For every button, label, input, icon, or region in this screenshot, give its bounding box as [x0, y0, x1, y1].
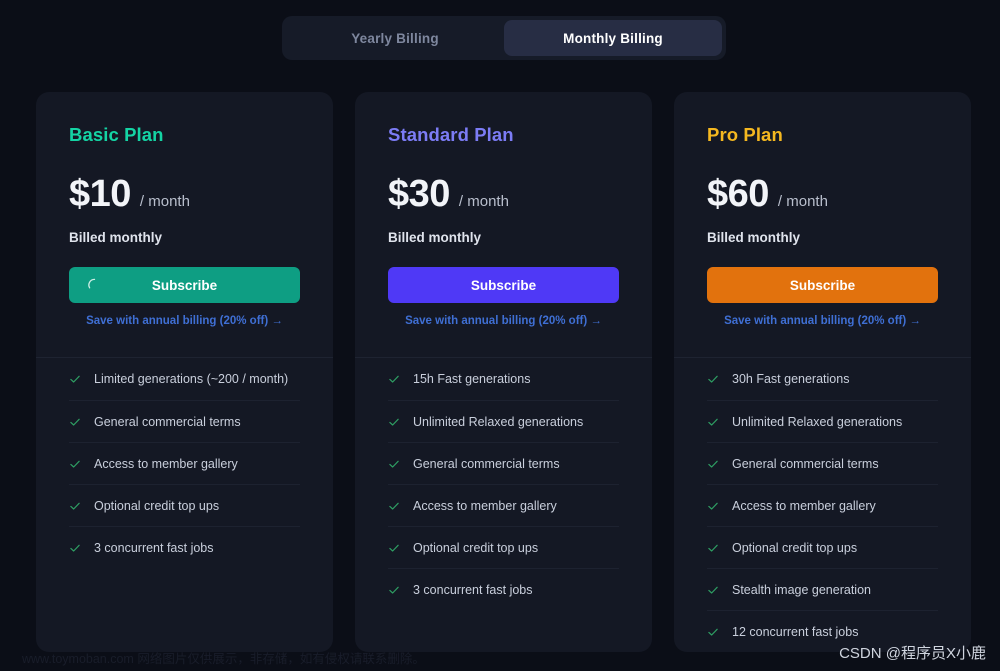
price-period-basic: / month	[139, 193, 190, 210]
check-icon	[389, 418, 399, 426]
subscribe-label-pro: Subscribe	[789, 277, 856, 293]
feature-item: Stealth image generation	[707, 568, 938, 610]
feature-item: Access to member gallery	[69, 442, 300, 484]
annual-billing-link-basic[interactable]: Save with annual billing (20% off) →	[69, 315, 300, 327]
feature-item: 3 concurrent fast jobs	[388, 568, 619, 610]
feature-label: General commercial terms	[94, 414, 241, 429]
check-icon	[389, 375, 399, 383]
card-header-standard: Standard Plan $30 / month Billed monthly…	[355, 124, 652, 357]
feature-item: General commercial terms	[69, 400, 300, 442]
price-row-pro: $60 / month	[707, 173, 938, 216]
card-header-basic: Basic Plan $10 / month Billed monthly Su…	[36, 124, 333, 357]
check-icon	[70, 544, 80, 552]
toggle-yearly-billing[interactable]: Yearly Billing	[286, 20, 504, 56]
feature-label: 3 concurrent fast jobs	[413, 582, 533, 597]
toggle-yearly-label: Yearly Billing	[351, 30, 439, 46]
card-header-pro: Pro Plan $60 / month Billed monthly Subs…	[674, 124, 971, 357]
check-icon	[70, 375, 80, 383]
check-icon	[708, 586, 718, 594]
check-icon	[708, 418, 718, 426]
billed-note-standard: Billed monthly	[388, 230, 482, 245]
annual-billing-link-pro[interactable]: Save with annual billing (20% off) →	[707, 315, 938, 327]
billed-note-basic: Billed monthly	[69, 230, 163, 245]
feature-label: Optional credit top ups	[732, 540, 858, 555]
check-icon	[708, 502, 718, 510]
price-row-basic: $10 / month	[69, 173, 300, 216]
feature-item: 12 concurrent fast jobs	[707, 610, 938, 652]
subscribe-button-pro[interactable]: Subscribe	[707, 267, 938, 303]
feature-item: Optional credit top ups	[707, 526, 938, 568]
check-icon	[389, 502, 399, 510]
feature-label: General commercial terms	[732, 456, 879, 471]
feature-label: 3 concurrent fast jobs	[94, 540, 214, 555]
price-period-standard: / month	[458, 193, 509, 210]
subscribe-button-basic[interactable]: Subscribe	[69, 267, 300, 303]
price-row-standard: $30 / month	[388, 173, 619, 216]
feature-item: 3 concurrent fast jobs	[69, 526, 300, 568]
header-spacer	[707, 327, 938, 357]
feature-item: 30h Fast generations	[707, 358, 938, 400]
feature-label: Stealth image generation	[732, 582, 871, 597]
feature-item: Unlimited Relaxed generations	[707, 400, 938, 442]
feature-item: Access to member gallery	[388, 484, 619, 526]
billed-note-pro: Billed monthly	[707, 230, 801, 245]
feature-item: General commercial terms	[388, 442, 619, 484]
pricing-card-standard: Standard Plan $30 / month Billed monthly…	[355, 92, 652, 652]
billing-period-toggle[interactable]: Yearly Billing Monthly Billing	[282, 16, 726, 60]
plan-name-pro: Pro Plan	[707, 124, 783, 145]
pricing-card-list: Basic Plan $10 / month Billed monthly Su…	[36, 92, 973, 652]
header-spacer	[69, 327, 300, 357]
check-icon	[389, 460, 399, 468]
check-icon	[389, 544, 399, 552]
check-icon	[708, 628, 718, 636]
feature-item: 15h Fast generations	[388, 358, 619, 400]
price-amount-pro: $60	[707, 173, 769, 215]
price-amount-basic: $10	[69, 173, 131, 215]
plan-name-standard: Standard Plan	[388, 124, 514, 145]
toggle-monthly-label: Monthly Billing	[563, 30, 663, 46]
feature-label: 30h Fast generations	[732, 372, 850, 386]
feature-label: General commercial terms	[413, 456, 560, 471]
feature-item: Access to member gallery	[707, 484, 938, 526]
pricing-card-basic: Basic Plan $10 / month Billed monthly Su…	[36, 92, 333, 652]
price-period-pro: / month	[777, 193, 828, 210]
price-amount-standard: $30	[388, 173, 450, 215]
check-icon	[389, 586, 399, 594]
plan-name-basic: Basic Plan	[69, 124, 164, 145]
feature-label: Optional credit top ups	[94, 498, 220, 513]
feature-list-basic: Limited generations (~200 / month) Gener…	[36, 358, 333, 568]
feature-label: Unlimited Relaxed generations	[413, 414, 584, 429]
feature-label: Access to member gallery	[413, 498, 557, 513]
feature-item: Optional credit top ups	[69, 484, 300, 526]
check-icon	[708, 375, 718, 383]
subscribe-button-standard[interactable]: Subscribe	[388, 267, 619, 303]
feature-label: Unlimited Relaxed generations	[732, 414, 903, 429]
check-icon	[70, 460, 80, 468]
feature-item: Unlimited Relaxed generations	[388, 400, 619, 442]
check-icon	[708, 544, 718, 552]
check-icon	[70, 418, 80, 426]
feature-item: Optional credit top ups	[388, 526, 619, 568]
feature-label: Limited generations (~200 / month)	[94, 372, 289, 386]
pricing-card-pro: Pro Plan $60 / month Billed monthly Subs…	[674, 92, 971, 652]
feature-label: 12 concurrent fast jobs	[732, 624, 859, 639]
feature-list-standard: 15h Fast generations Unlimited Relaxed g…	[355, 358, 652, 610]
subscribe-label-standard: Subscribe	[470, 277, 537, 293]
loading-spinner-icon	[88, 278, 96, 289]
feature-label: Access to member gallery	[94, 456, 238, 471]
check-icon	[708, 460, 718, 468]
annual-billing-link-standard[interactable]: Save with annual billing (20% off) →	[388, 315, 619, 327]
subscribe-label-basic: Subscribe	[151, 277, 218, 293]
feature-label: Optional credit top ups	[413, 540, 539, 555]
header-spacer	[388, 327, 619, 357]
toggle-monthly-billing[interactable]: Monthly Billing	[504, 20, 722, 56]
check-icon	[70, 502, 80, 510]
feature-item: General commercial terms	[707, 442, 938, 484]
feature-label: Access to member gallery	[732, 498, 876, 513]
feature-list-pro: 30h Fast generations Unlimited Relaxed g…	[674, 358, 971, 652]
feature-label: 15h Fast generations	[413, 372, 531, 386]
feature-item: Limited generations (~200 / month)	[69, 358, 300, 400]
